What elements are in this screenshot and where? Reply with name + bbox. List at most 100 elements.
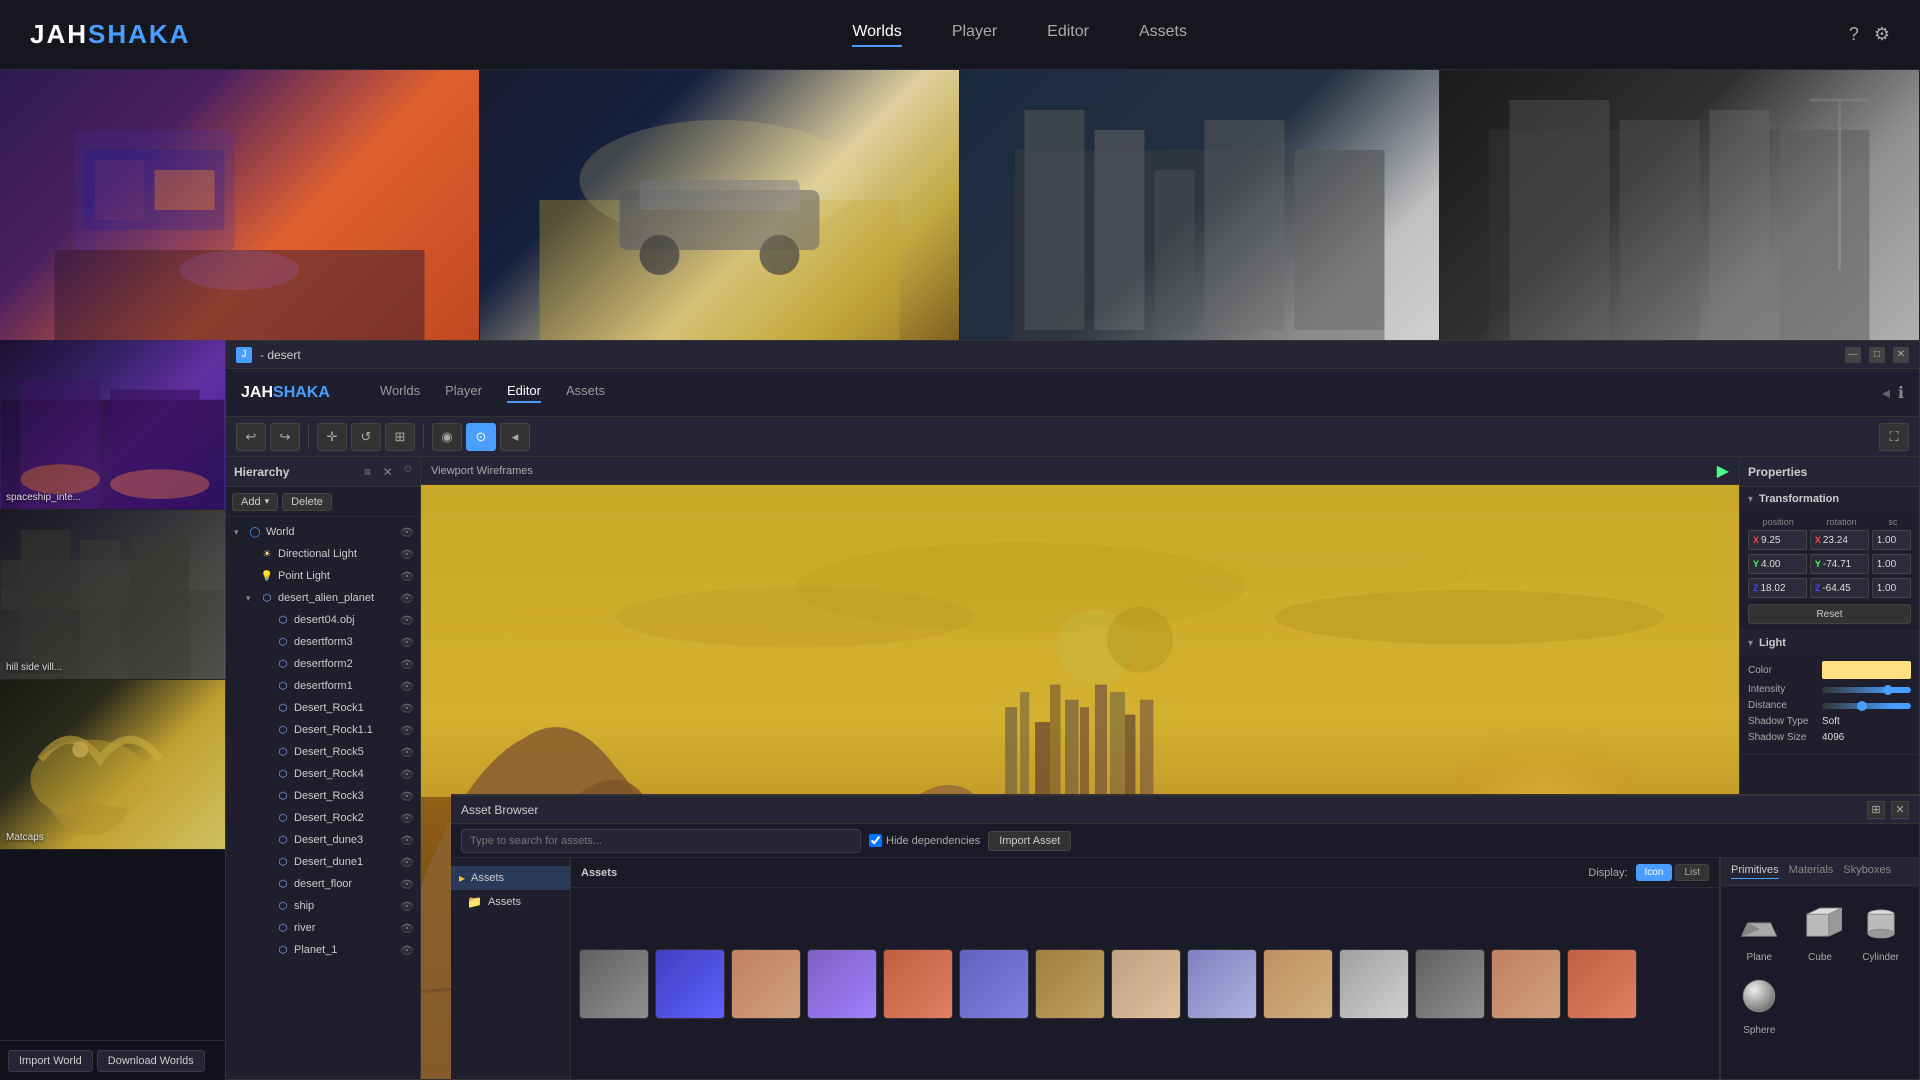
tree-item-rock3[interactable]: ⬡ Desert_Rock3 👁 [226,785,420,807]
asset-thumb-14[interactable] [1567,949,1637,1019]
hide-dep-checkbox[interactable] [869,834,882,847]
sphere-view-button[interactable]: ◉ [432,423,462,451]
eye-icon-df1[interactable]: 👁 [400,680,416,693]
close-button[interactable]: ✕ [1893,347,1909,363]
distance-thumb[interactable] [1857,701,1867,711]
preset-plane[interactable]: Plane [1733,898,1786,963]
asset-thumb-13[interactable] [1491,949,1561,1019]
download-worlds-button[interactable]: Download Worlds [97,1050,205,1072]
icon-display-button[interactable]: Icon [1636,864,1673,881]
eye-icon-dune1[interactable]: 👁 [400,856,416,869]
eye-icon-rock3[interactable]: 👁 [400,790,416,803]
distance-slider[interactable] [1822,703,1911,709]
color-swatch[interactable] [1822,661,1911,679]
light-header[interactable]: ▾ Light [1740,631,1919,655]
pos-z-field[interactable]: Z18.02 [1748,578,1807,598]
viewport-button[interactable]: ⊙ [466,423,496,451]
maximize-button[interactable]: □ [1869,347,1885,363]
rot-z-field[interactable]: Z-64.45 [1810,578,1869,598]
editor-nav-editor[interactable]: Editor [507,383,541,403]
tree-item-desertform1[interactable]: ⬡ desertform1 👁 [226,675,420,697]
viewport-icon[interactable]: ⊙ [404,464,412,480]
skyboxes-tab[interactable]: Skyboxes [1843,864,1891,879]
eye-icon-dune3[interactable]: 👁 [400,834,416,847]
eye-icon-rock4[interactable]: 👁 [400,768,416,781]
thumb-hillside[interactable]: hill side vill... [0,510,225,680]
settings-icon[interactable]: ⚙ [1874,24,1890,45]
asset-thumb-7[interactable] [1035,949,1105,1019]
grid-button[interactable]: ⊞ [385,423,415,451]
tree-item-rock5[interactable]: ⬡ Desert_Rock5 👁 [226,741,420,763]
asset-browser-close-button[interactable]: ✕ [1891,801,1909,819]
assets-subfolder[interactable]: 📁 Assets [451,890,570,914]
eye-icon-river[interactable]: 👁 [400,922,416,935]
preset-sphere[interactable]: Sphere [1733,971,1786,1036]
asset-thumb-6[interactable] [959,949,1029,1019]
eye-icon-point-light[interactable]: 👁 [400,570,416,583]
back-button[interactable]: ◂ [500,423,530,451]
asset-thumb-10[interactable] [1263,949,1333,1019]
asset-thumb-5[interactable] [883,949,953,1019]
tree-item-dune3[interactable]: ⬡ Desert_dune3 👁 [226,829,420,851]
tree-item-rock1[interactable]: ⬡ Desert_Rock1 👁 [226,697,420,719]
preset-cube[interactable]: Cube [1794,898,1847,963]
eye-icon-rock1-1[interactable]: 👁 [400,724,416,737]
editor-nav-worlds[interactable]: Worlds [380,383,420,403]
eye-icon-rock2[interactable]: 👁 [400,812,416,825]
tree-item-floor[interactable]: ⬡ desert_floor 👁 [226,873,420,895]
reset-transform-button[interactable]: Reset [1748,604,1911,624]
pos-y-field[interactable]: Y4.00 [1748,554,1807,574]
primitives-tab[interactable]: Primitives [1731,864,1779,879]
asset-thumb-2[interactable] [655,949,725,1019]
nav-link-assets[interactable]: Assets [1139,23,1187,47]
tree-item-rock2[interactable]: ⬡ Desert_Rock2 👁 [226,807,420,829]
intensity-slider[interactable] [1822,687,1911,693]
intensity-thumb[interactable] [1883,685,1893,695]
scale-z-field[interactable]: 1.00 [1872,578,1911,598]
add-button[interactable]: Add ▾ [232,493,278,511]
refresh-button[interactable]: ↺ [351,423,381,451]
asset-thumb-12[interactable] [1415,949,1485,1019]
eye-icon-df2[interactable]: 👁 [400,658,416,671]
nav-link-editor[interactable]: Editor [1047,23,1089,47]
eye-icon-rock1[interactable]: 👁 [400,702,416,715]
list-display-button[interactable]: List [1675,864,1709,881]
tree-item-rock1-1[interactable]: ⬡ Desert_Rock1.1 👁 [226,719,420,741]
delete-button[interactable]: Delete [282,493,332,511]
assets-folder[interactable]: ▸ Assets [451,866,570,890]
hierarchy-settings-button[interactable]: ≡ [360,464,376,480]
tree-item-desertform3[interactable]: ⬡ desertform3 👁 [226,631,420,653]
gallery-card-1[interactable] [0,70,480,340]
editor-nav-player[interactable]: Player [445,383,482,403]
eye-icon-floor[interactable]: 👁 [400,878,416,891]
tree-item-point-light[interactable]: 💡 Point Light 👁 [226,565,420,587]
info-icon[interactable]: ℹ [1898,383,1904,403]
tree-item-dune1[interactable]: ⬡ Desert_dune1 👁 [226,851,420,873]
rot-y-field[interactable]: Y-74.71 [1810,554,1869,574]
tree-item-river[interactable]: ⬡ river 👁 [226,917,420,939]
minimize-button[interactable]: — [1845,347,1861,363]
gallery-card-3[interactable] [960,70,1440,340]
scale-y-field[interactable]: 1.00 [1872,554,1911,574]
tree-item-rock4[interactable]: ⬡ Desert_Rock4 👁 [226,763,420,785]
tree-item-directional-light[interactable]: ☀ Directional Light 👁 [226,543,420,565]
eye-icon-alien[interactable]: 👁 [400,592,416,605]
translate-button[interactable]: ✛ [317,423,347,451]
tree-item-desert-alien[interactable]: ▾ ⬡ desert_alien_planet 👁 [226,587,420,609]
eye-icon-ship[interactable]: 👁 [400,900,416,913]
eye-icon-d04[interactable]: 👁 [400,614,416,627]
thumb-matcaps[interactable]: Matcaps [0,680,225,850]
tree-item-ship[interactable]: ⬡ ship 👁 [226,895,420,917]
eye-icon-df3[interactable]: 👁 [400,636,416,649]
asset-thumb-11[interactable] [1339,949,1409,1019]
asset-thumb-9[interactable] [1187,949,1257,1019]
tree-item-desertform2[interactable]: ⬡ desertform2 👁 [226,653,420,675]
materials-tab[interactable]: Materials [1789,864,1834,879]
editor-nav-assets[interactable]: Assets [566,383,605,403]
asset-thumb-8[interactable] [1111,949,1181,1019]
asset-search-input[interactable] [461,829,861,853]
scale-x-field[interactable]: 1.00 [1872,530,1911,550]
rot-x-field[interactable]: X23.24 [1810,530,1869,550]
tree-item-desert04[interactable]: ⬡ desert04.obj 👁 [226,609,420,631]
fullscreen-button[interactable]: ⛶ [1879,423,1909,451]
